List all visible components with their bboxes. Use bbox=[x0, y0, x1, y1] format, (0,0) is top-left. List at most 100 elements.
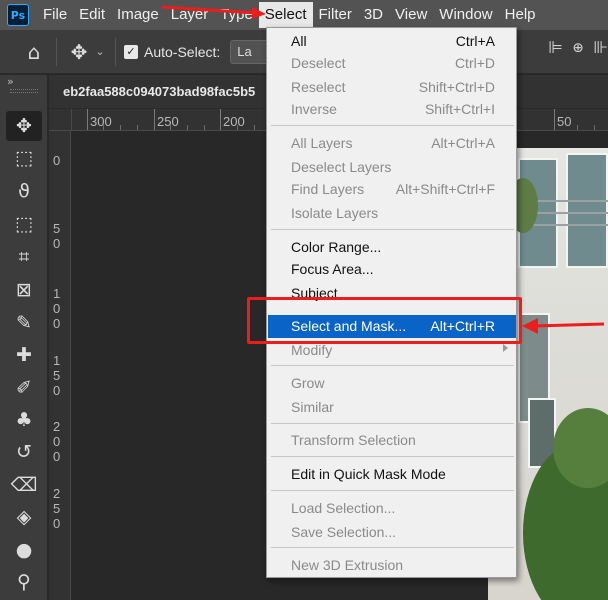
menu-item-all-layers[interactable]: All Layers Alt+Ctrl+A bbox=[268, 132, 516, 155]
align-left-icon[interactable]: ⊫ bbox=[548, 38, 563, 58]
ruler-minor-tick bbox=[577, 125, 578, 130]
align-controls: ⊫ ⊕ ⊪ bbox=[548, 38, 608, 58]
home-icon[interactable]: ⌂ bbox=[20, 40, 48, 64]
menu-item-shortcut: Shift+Ctrl+D bbox=[418, 79, 495, 95]
menu-item-all[interactable]: All Ctrl+A bbox=[268, 30, 516, 53]
annotation-arrow-icon bbox=[522, 318, 605, 334]
ruler-label: 0 bbox=[53, 153, 60, 168]
history-brush-tool-icon[interactable]: ↺ bbox=[6, 437, 42, 467]
ruler-digit: 0 bbox=[53, 153, 61, 168]
menu-item-color-range[interactable]: Color Range... bbox=[268, 236, 516, 259]
menu-separator bbox=[271, 547, 514, 548]
menu-item-similar[interactable]: Similar bbox=[268, 396, 516, 419]
menu-separator bbox=[271, 229, 514, 230]
blur-tool-icon[interactable]: ● bbox=[6, 535, 42, 565]
eyedropper-tool-icon[interactable]: ✎ bbox=[6, 308, 42, 338]
ruler-label: 100 bbox=[53, 286, 60, 331]
lasso-tool-icon[interactable]: ϑ bbox=[6, 176, 42, 206]
marquee-tool-icon[interactable]: ⬚ bbox=[6, 143, 42, 173]
menu-edit[interactable]: Edit bbox=[73, 2, 111, 28]
move-tool-icon[interactable]: ✥ bbox=[65, 40, 93, 64]
menu-window[interactable]: Window bbox=[433, 2, 498, 28]
menu-item-focus-area[interactable]: Focus Area... bbox=[268, 258, 516, 281]
paint-bucket-tool-icon[interactable]: ◈ bbox=[6, 502, 42, 532]
ruler-digit: 0 bbox=[53, 449, 61, 464]
ruler-minor-tick bbox=[103, 125, 104, 130]
menu-separator bbox=[271, 456, 514, 457]
ruler-minor-tick bbox=[237, 125, 238, 130]
menu-3d[interactable]: 3D bbox=[358, 2, 389, 28]
menu-item-load-selection[interactable]: Load Selection... bbox=[268, 497, 516, 520]
object-select-tool-icon[interactable]: ⬚ bbox=[6, 209, 42, 239]
menu-item-label: Edit in Quick Mask Mode bbox=[291, 466, 446, 482]
ruler-digit: 5 bbox=[53, 368, 61, 383]
menu-item-label: All Layers bbox=[291, 135, 353, 151]
eraser-tool-icon[interactable]: ⌫ bbox=[6, 470, 42, 500]
align-right-icon[interactable]: ⊪ bbox=[593, 38, 608, 58]
menu-file[interactable]: File bbox=[37, 2, 73, 28]
menu-image[interactable]: Image bbox=[111, 2, 165, 28]
vertical-ruler[interactable]: 0 50 100 150 200 250 bbox=[49, 131, 71, 600]
menu-item-save-selection[interactable]: Save Selection... bbox=[268, 521, 516, 544]
menu-bar: Ps File Edit Image Layer Type Select Fil… bbox=[0, 0, 608, 30]
menu-item-label: Similar bbox=[291, 399, 334, 415]
auto-select-target-dropdown[interactable]: La bbox=[230, 39, 271, 64]
menu-item-label: Color Range... bbox=[291, 239, 382, 255]
menu-view[interactable]: View bbox=[389, 2, 433, 28]
ruler-minor-tick bbox=[120, 125, 121, 130]
menu-separator bbox=[271, 423, 514, 424]
ruler-digit: 2 bbox=[53, 419, 61, 434]
healing-brush-tool-icon[interactable]: ✚ bbox=[6, 340, 42, 370]
ruler-tick bbox=[87, 109, 88, 130]
ruler-label: 300 bbox=[90, 114, 112, 129]
ruler-digit: 0 bbox=[53, 516, 61, 531]
menu-item-reselect[interactable]: Reselect Shift+Ctrl+D bbox=[268, 76, 516, 99]
annotation-arrow-icon bbox=[161, 5, 266, 19]
collapse-icon[interactable]: » bbox=[7, 75, 14, 88]
menu-item-find-layers[interactable]: Find Layers Alt+Shift+Ctrl+F bbox=[268, 178, 516, 201]
menu-item-inverse[interactable]: Inverse Shift+Ctrl+I bbox=[268, 98, 516, 121]
clone-stamp-tool-icon[interactable]: ♣ bbox=[6, 405, 42, 435]
document-title: eb2faa588c094073bad98fac5b5 bbox=[63, 84, 256, 99]
ruler-minor-tick bbox=[187, 125, 188, 130]
menu-filter[interactable]: Filter bbox=[313, 2, 358, 28]
divider bbox=[56, 37, 57, 66]
tools-panel: » ✥ ⬚ ϑ ⬚ ⌗ ⊠ ✎ ✚ ✐ ♣ ↺ ⌫ ◈ ● ⚲ bbox=[0, 75, 48, 600]
auto-select-label: Auto-Select: bbox=[144, 43, 221, 60]
ruler-label: 250 bbox=[157, 114, 179, 129]
auto-select-checkbox[interactable]: ✓ bbox=[124, 44, 138, 59]
frame-tool-icon[interactable]: ⊠ bbox=[6, 275, 42, 305]
align-center-icon[interactable]: ⊕ bbox=[573, 38, 583, 58]
menu-item-grow[interactable]: Grow bbox=[268, 372, 516, 395]
menu-item-new-3d-extrusion[interactable]: New 3D Extrusion bbox=[268, 554, 516, 577]
ruler-minor-tick bbox=[254, 125, 255, 130]
ruler-tick bbox=[220, 109, 221, 130]
menu-item-quick-mask[interactable]: Edit in Quick Mask Mode bbox=[268, 463, 516, 486]
menu-item-shortcut: Shift+Ctrl+I bbox=[424, 101, 495, 117]
ruler-digit: 5 bbox=[53, 501, 61, 516]
menu-separator bbox=[271, 365, 514, 366]
menu-item-deselect[interactable]: Deselect Ctrl+D bbox=[268, 52, 516, 75]
panel-grip[interactable] bbox=[10, 89, 38, 93]
ruler-digit: 0 bbox=[53, 383, 61, 398]
menu-item-label: Find Layers bbox=[291, 181, 365, 197]
ruler-digit: 5 bbox=[53, 221, 61, 236]
brush-tool-icon[interactable]: ✐ bbox=[6, 373, 42, 403]
photoshop-window: Ps File Edit Image Layer Type Select Fil… bbox=[0, 0, 608, 600]
menu-item-label: Isolate Layers bbox=[291, 205, 379, 221]
ruler-origin[interactable] bbox=[49, 109, 72, 131]
menu-separator bbox=[271, 125, 514, 126]
menu-item-label: All bbox=[291, 33, 307, 49]
crop-tool-icon[interactable]: ⌗ bbox=[6, 242, 42, 272]
menu-item-label: Inverse bbox=[291, 101, 337, 117]
dodge-tool-icon[interactable]: ⚲ bbox=[6, 567, 42, 597]
ruler-tick bbox=[154, 109, 155, 130]
menu-item-transform-selection[interactable]: Transform Selection bbox=[268, 429, 516, 452]
move-tool-icon[interactable]: ✥ bbox=[6, 111, 42, 141]
menu-item-deselect-layers[interactable]: Deselect Layers bbox=[268, 156, 516, 179]
chevron-down-icon[interactable]: ⌄ bbox=[93, 45, 107, 58]
menu-help[interactable]: Help bbox=[499, 2, 542, 28]
ruler-digit: 2 bbox=[53, 486, 61, 501]
menu-item-label: Grow bbox=[291, 375, 325, 391]
menu-item-isolate-layers[interactable]: Isolate Layers bbox=[268, 202, 516, 225]
